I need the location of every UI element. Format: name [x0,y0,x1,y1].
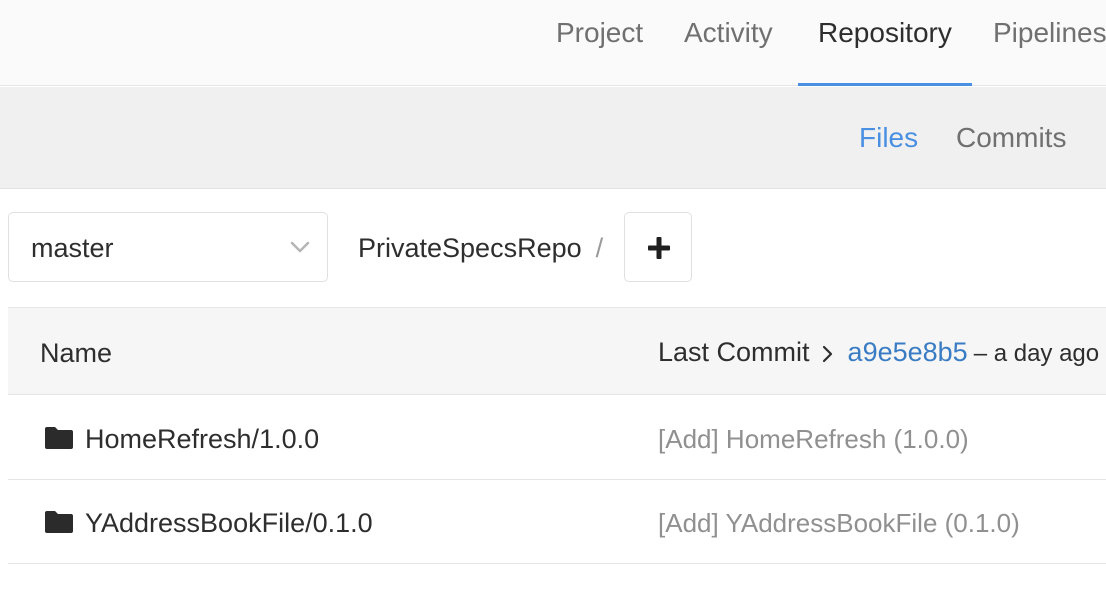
top-nav: Project Activity Repository Pipelines [0,0,1106,86]
column-header-name: Name [40,338,113,368]
last-commit-info: Last Commit a9e5e8b5– a day ago [658,308,1099,398]
last-commit-sha-link[interactable]: a9e5e8b5 [848,337,968,367]
folder-icon [45,427,73,449]
tab-commits[interactable]: Commits [956,87,1066,189]
plus-icon [648,237,670,259]
file-name-link[interactable]: HomeRefresh/1.0.0 [85,396,319,482]
breadcrumb-repo-link[interactable]: PrivateSpecsRepo [358,233,582,263]
sub-nav: Files Commits [0,87,1106,189]
branch-select-value: master [31,233,114,263]
commit-message-link[interactable]: [Add] YAddressBookFile (0.1.0) [658,480,1020,566]
table-row[interactable]: HomeRefresh/1.0.0 [Add] HomeRefresh (1.0… [8,396,1106,480]
last-commit-label: Last Commit [658,337,810,367]
add-file-button[interactable] [624,212,692,282]
last-commit-time: – a day ago [973,340,1100,367]
file-table-header: Name Last Commit a9e5e8b5– a day ago [8,307,1106,395]
table-row[interactable]: YAddressBookFile/0.1.0 [Add] YAddressBoo… [8,480,1106,564]
branch-select[interactable]: master [8,212,328,282]
file-name-link[interactable]: YAddressBookFile/0.1.0 [85,480,373,566]
chevron-down-icon [290,241,310,253]
tab-activity[interactable]: Activity [684,0,773,86]
active-tab-indicator [798,83,972,86]
tab-repository[interactable]: Repository [798,0,972,86]
breadcrumb: PrivateSpecsRepo / [358,212,603,282]
tab-files[interactable]: Files [859,87,918,189]
commit-message-link[interactable]: [Add] HomeRefresh (1.0.0) [658,396,969,482]
folder-icon [45,511,73,533]
breadcrumb-separator: / [595,233,604,263]
tab-project[interactable]: Project [556,0,643,86]
tab-pipelines[interactable]: Pipelines [993,0,1106,86]
chevron-right-icon [822,345,832,362]
